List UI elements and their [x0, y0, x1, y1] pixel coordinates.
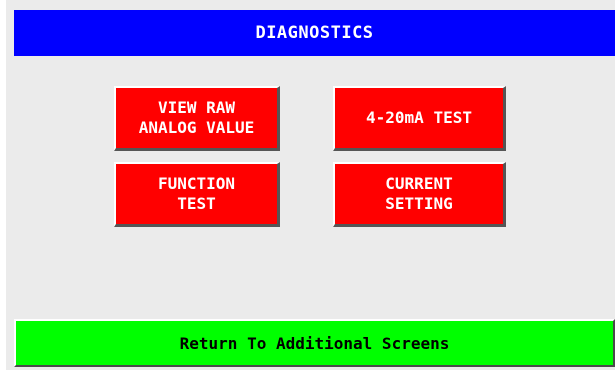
view-raw-analog-value-label: VIEW RAW ANALOG VALUE [138, 98, 255, 137]
4-20ma-test-button[interactable]: 4-20mA TEST [333, 86, 506, 151]
page-title: DIAGNOSTICS [14, 10, 615, 56]
current-setting-button[interactable]: CURRENT SETTING [333, 162, 506, 227]
function-test-label: FUNCTION TEST [157, 174, 236, 213]
function-test-button[interactable]: FUNCTION TEST [114, 162, 280, 227]
return-to-additional-screens-button[interactable]: Return To Additional Screens [14, 319, 615, 367]
page-title-text: DIAGNOSTICS [255, 23, 374, 43]
current-setting-label: CURRENT SETTING [385, 174, 453, 213]
hmi-screen: DIAGNOSTICS VIEW RAW ANALOG VALUE 4-20mA… [6, 0, 615, 370]
view-raw-analog-value-button[interactable]: VIEW RAW ANALOG VALUE [114, 86, 280, 151]
4-20ma-test-label: 4-20mA TEST [366, 108, 472, 127]
return-label: Return To Additional Screens [179, 333, 450, 353]
